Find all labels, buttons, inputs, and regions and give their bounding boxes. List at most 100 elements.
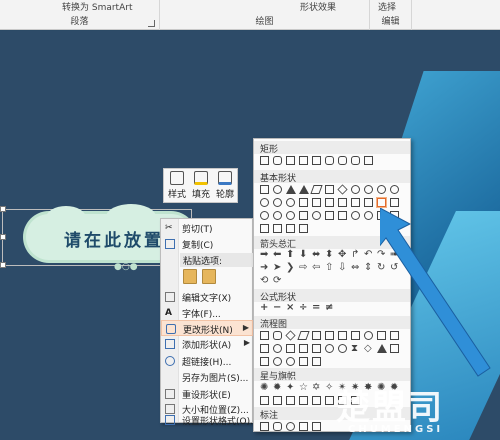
- punched-tape-shape[interactable]: [312, 344, 321, 353]
- style-button[interactable]: 样式: [165, 171, 189, 202]
- menu-item-cut[interactable]: ✂ 剪切(T): [161, 220, 253, 236]
- triangle-shape[interactable]: [286, 185, 296, 194]
- pentagon-arrow-shape[interactable]: ➤: [273, 263, 283, 273]
- right-arrow-shape[interactable]: ➡: [260, 250, 270, 260]
- menu-item-edit-text[interactable]: 编辑文字(X): [161, 289, 253, 305]
- curved-ribbon-shape[interactable]: [286, 396, 295, 405]
- brace-pair-shape[interactable]: [273, 224, 282, 233]
- down-arrow-shape[interactable]: ⬇: [299, 250, 309, 260]
- connector-shape[interactable]: [273, 344, 282, 353]
- multiply-shape[interactable]: ×: [286, 303, 296, 313]
- pie-shape[interactable]: [273, 198, 282, 207]
- equal-shape[interactable]: =: [312, 303, 322, 313]
- plus-shape[interactable]: +: [260, 303, 270, 313]
- menu-item-add-shape[interactable]: 添加形状(A) ▶: [161, 336, 253, 352]
- shape-effects-button[interactable]: 形状效果: [300, 0, 336, 13]
- lightning-bolt-shape[interactable]: [338, 211, 347, 220]
- can-shape[interactable]: [390, 198, 399, 207]
- frame-shape[interactable]: [312, 198, 321, 207]
- left-bracket-shape[interactable]: [286, 224, 295, 233]
- heart-shape[interactable]: [325, 211, 334, 220]
- document-shape[interactable]: [338, 331, 347, 340]
- sort-shape[interactable]: ◇: [364, 344, 374, 354]
- left-arrow-shape[interactable]: ⬅: [273, 250, 283, 260]
- menu-item-format-shape[interactable]: 设置形状格式(O)...: [161, 415, 259, 427]
- moon-shape[interactable]: [364, 211, 373, 220]
- sequential-access-storage-shape[interactable]: [286, 357, 295, 366]
- menu-item-change-shape[interactable]: 更改形状(N) ▶: [161, 320, 253, 336]
- cross-shape[interactable]: [364, 198, 373, 207]
- donut-shape[interactable]: [260, 211, 269, 220]
- callout-arrow-shape[interactable]: ⇔: [351, 263, 361, 273]
- multidocument-shape[interactable]: [351, 331, 360, 340]
- round-rectangle-shape[interactable]: [325, 156, 334, 165]
- callout-arrow-shape[interactable]: ⇕: [364, 263, 374, 273]
- resize-handle-left[interactable]: [0, 234, 6, 240]
- callout-arrow-shape[interactable]: ⇩: [338, 263, 348, 273]
- octagon-shape[interactable]: [390, 185, 399, 194]
- no-symbol-shape[interactable]: [273, 211, 282, 220]
- paragraph-launcher-icon[interactable]: [148, 20, 155, 27]
- rounded-rectangle-shape[interactable]: [273, 156, 282, 165]
- snip-rectangle-shape[interactable]: [312, 156, 321, 165]
- magnetic-disk-shape[interactable]: [299, 357, 308, 366]
- star-5-point-shape[interactable]: ☆: [299, 383, 309, 393]
- right-bracket-shape[interactable]: [299, 224, 308, 233]
- paste-keep-format-icon[interactable]: [183, 269, 197, 284]
- select-button[interactable]: 选择: [378, 0, 396, 13]
- rectangle-shape[interactable]: [260, 156, 269, 165]
- chevron-shape[interactable]: ❯: [286, 263, 296, 273]
- menu-item-save-as-picture[interactable]: 另存为图片(S)...: [161, 369, 253, 385]
- bent-arrow-shape[interactable]: ↱: [351, 250, 361, 260]
- plaque-shape[interactable]: [377, 198, 386, 207]
- diagonal-stripe-shape[interactable]: [351, 198, 360, 207]
- heptagon-shape[interactable]: [377, 185, 386, 194]
- diamond-shape[interactable]: [337, 184, 348, 195]
- star-4-point-shape[interactable]: ✦: [286, 383, 296, 393]
- sun-shape[interactable]: [351, 211, 360, 220]
- callout-arrow-shape[interactable]: ⇨: [299, 263, 309, 273]
- circular-arrow-shape[interactable]: ⟳: [273, 276, 283, 286]
- bracket-pair-shape[interactable]: [260, 224, 269, 233]
- paste-picture-icon[interactable]: [202, 269, 216, 284]
- minus-shape[interactable]: −: [273, 303, 283, 313]
- ribbon-banner-shape[interactable]: [273, 396, 282, 405]
- text-box-shape[interactable]: [260, 185, 269, 194]
- predefined-process-shape[interactable]: [312, 331, 321, 340]
- callout-arrow-shape[interactable]: ⇦: [312, 263, 322, 273]
- shape-text[interactable]: 请在此放置: [64, 226, 164, 251]
- snip-rectangle-shape[interactable]: [299, 156, 308, 165]
- smiley-face-shape[interactable]: [312, 211, 321, 220]
- left-right-arrow-shape[interactable]: ⬌: [312, 250, 322, 260]
- ribbon-banner-shape[interactable]: [260, 396, 269, 405]
- card-shape[interactable]: [299, 344, 308, 353]
- right-triangle-shape[interactable]: [299, 185, 309, 194]
- manual-operation-shape[interactable]: [260, 344, 269, 353]
- up-down-arrow-shape[interactable]: ⬍: [325, 250, 335, 260]
- process-shape[interactable]: [260, 331, 269, 340]
- explosion-shape[interactable]: ✺: [260, 383, 270, 393]
- menu-item-hyperlink[interactable]: 超链接(H)...: [161, 353, 253, 369]
- decision-shape[interactable]: [285, 330, 296, 341]
- trapezoid-shape[interactable]: [325, 185, 334, 194]
- circular-arrow-shape[interactable]: ⟲: [260, 276, 270, 286]
- direct-access-storage-shape[interactable]: [312, 357, 321, 366]
- collate-shape[interactable]: ⧗: [351, 344, 361, 354]
- convert-smartart-button[interactable]: 转换为 SmartArt: [62, 0, 132, 13]
- oval-callout-shape[interactable]: [286, 422, 295, 431]
- summing-junction-shape[interactable]: [325, 344, 334, 353]
- internal-storage-shape[interactable]: [325, 331, 334, 340]
- outline-button[interactable]: 轮廓: [213, 171, 237, 202]
- resize-handle-top-left[interactable]: [0, 206, 6, 212]
- round-rectangle-shape[interactable]: [338, 156, 347, 165]
- callout-arrow-shape[interactable]: ⇧: [325, 263, 335, 273]
- block-arc-shape[interactable]: [286, 211, 295, 220]
- off-page-connector-shape[interactable]: [286, 344, 295, 353]
- folded-corner-shape[interactable]: [299, 211, 308, 220]
- decagon-shape[interactable]: [260, 198, 269, 207]
- hexagon-shape[interactable]: [364, 185, 373, 194]
- oval-shape[interactable]: [273, 185, 282, 194]
- round-rectangle-shape[interactable]: [351, 156, 360, 165]
- resize-handle-bottom-left[interactable]: [0, 262, 6, 268]
- terminator-shape[interactable]: [364, 331, 373, 340]
